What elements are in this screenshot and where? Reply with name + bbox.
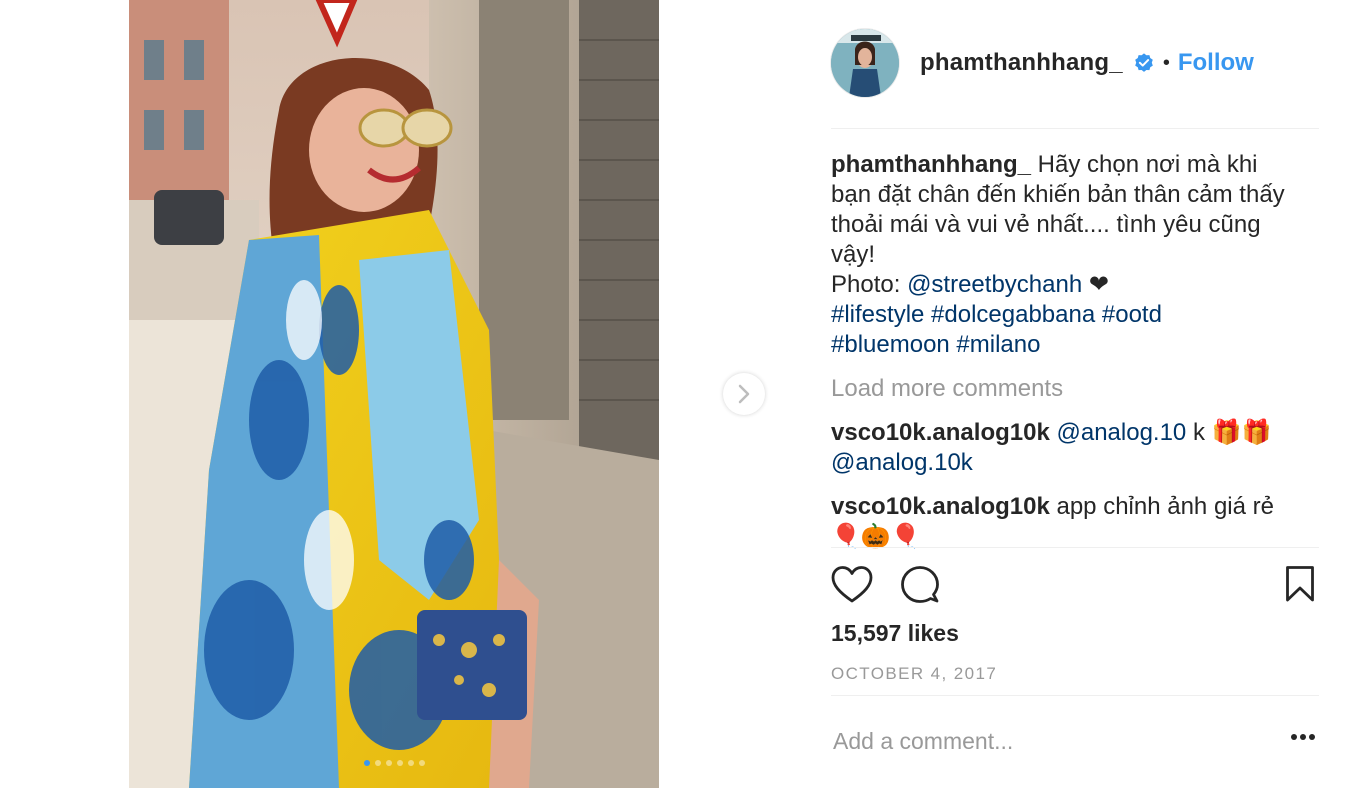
post-photo[interactable]: [129, 0, 659, 788]
post-actions: [831, 565, 1319, 607]
likes-count[interactable]: 15,597 likes: [831, 620, 959, 647]
comment-text: app chỉnh ảnh giá rẻ: [1049, 493, 1274, 520]
photo-credit-mention-link[interactable]: @streetbychanh: [907, 271, 1082, 298]
caption-photo-credit: Photo: @streetbychanh ❤: [831, 270, 1319, 300]
comment-item: vsco10k.analog10k app chỉnh ảnh giá rẻ 🎈…: [831, 492, 1319, 552]
hashtags-line[interactable]: #bluemoon #milano: [831, 330, 1319, 360]
comment-text: 🎈🎃🎈: [831, 523, 921, 550]
hashtags-line[interactable]: #lifestyle #dolcegabbana #ootd: [831, 300, 1319, 330]
load-more-comments-button[interactable]: Load more comments: [831, 374, 1319, 404]
chevron-right-icon: [738, 384, 750, 404]
post-date[interactable]: OCTOBER 4, 2017: [831, 664, 997, 684]
caption-text: thoải mái và vui vẻ nhất.... tình yêu cũ…: [831, 211, 1261, 238]
caption-line: phamthanhhang_ Hãy chọn nơi mà khi: [831, 150, 1319, 180]
comment-text: k 🎁🎁: [1186, 419, 1272, 446]
verified-badge-icon: [1135, 53, 1153, 72]
caption-text: vậy!: [831, 241, 876, 268]
fashion-photo-illustration: [129, 0, 659, 788]
avatar-image: [831, 29, 899, 97]
carousel-dot: [407, 760, 414, 766]
caption-text: Hãy chọn nơi mà khi: [1031, 151, 1258, 178]
caption-username[interactable]: phamthanhhang_: [831, 151, 1031, 178]
comment-item: vsco10k.analog10k @analog.10 k 🎁🎁 @analo…: [831, 418, 1319, 478]
heart-icon[interactable]: [831, 565, 873, 605]
comment-mention-link[interactable]: @analog.10k: [831, 449, 973, 476]
post-header: phamthanhhang_ • Follow: [831, 29, 1254, 97]
comment-mention-link[interactable]: @analog.10: [1056, 419, 1186, 446]
comments-divider: [831, 547, 1319, 548]
footer-divider: [831, 695, 1319, 696]
next-slide-button[interactable]: [723, 373, 765, 415]
photo-credit-prefix: Photo:: [831, 271, 908, 298]
carousel-dot: [396, 760, 403, 766]
heart-emoji: ❤: [1082, 271, 1109, 298]
header-separator: •: [1162, 51, 1170, 74]
header-divider: [831, 128, 1319, 129]
comment-username[interactable]: vsco10k.analog10k: [831, 419, 1050, 446]
add-comment-input[interactable]: [833, 728, 1273, 755]
bookmark-icon[interactable]: [1285, 565, 1315, 603]
post-author-username[interactable]: phamthanhhang_: [920, 49, 1123, 77]
carousel-indicator: [129, 760, 659, 766]
carousel-dot: [374, 760, 381, 766]
comment-username[interactable]: vsco10k.analog10k: [831, 493, 1050, 520]
carousel-dot: [385, 760, 392, 766]
post-caption: phamthanhhang_ Hãy chọn nơi mà khi bạn đ…: [831, 150, 1319, 360]
carousel-dot: [418, 760, 425, 766]
carousel-dot: [363, 760, 370, 766]
speech-bubble-icon[interactable]: [900, 565, 940, 605]
ellipsis-icon[interactable]: [1290, 733, 1316, 741]
comments-section: phamthanhhang_ Hãy chọn nơi mà khi bạn đ…: [831, 150, 1319, 552]
follow-button[interactable]: Follow: [1178, 49, 1254, 77]
caption-text: bạn đặt chân đến khiến bản thân cảm thấy: [831, 181, 1285, 208]
avatar[interactable]: [831, 29, 899, 97]
